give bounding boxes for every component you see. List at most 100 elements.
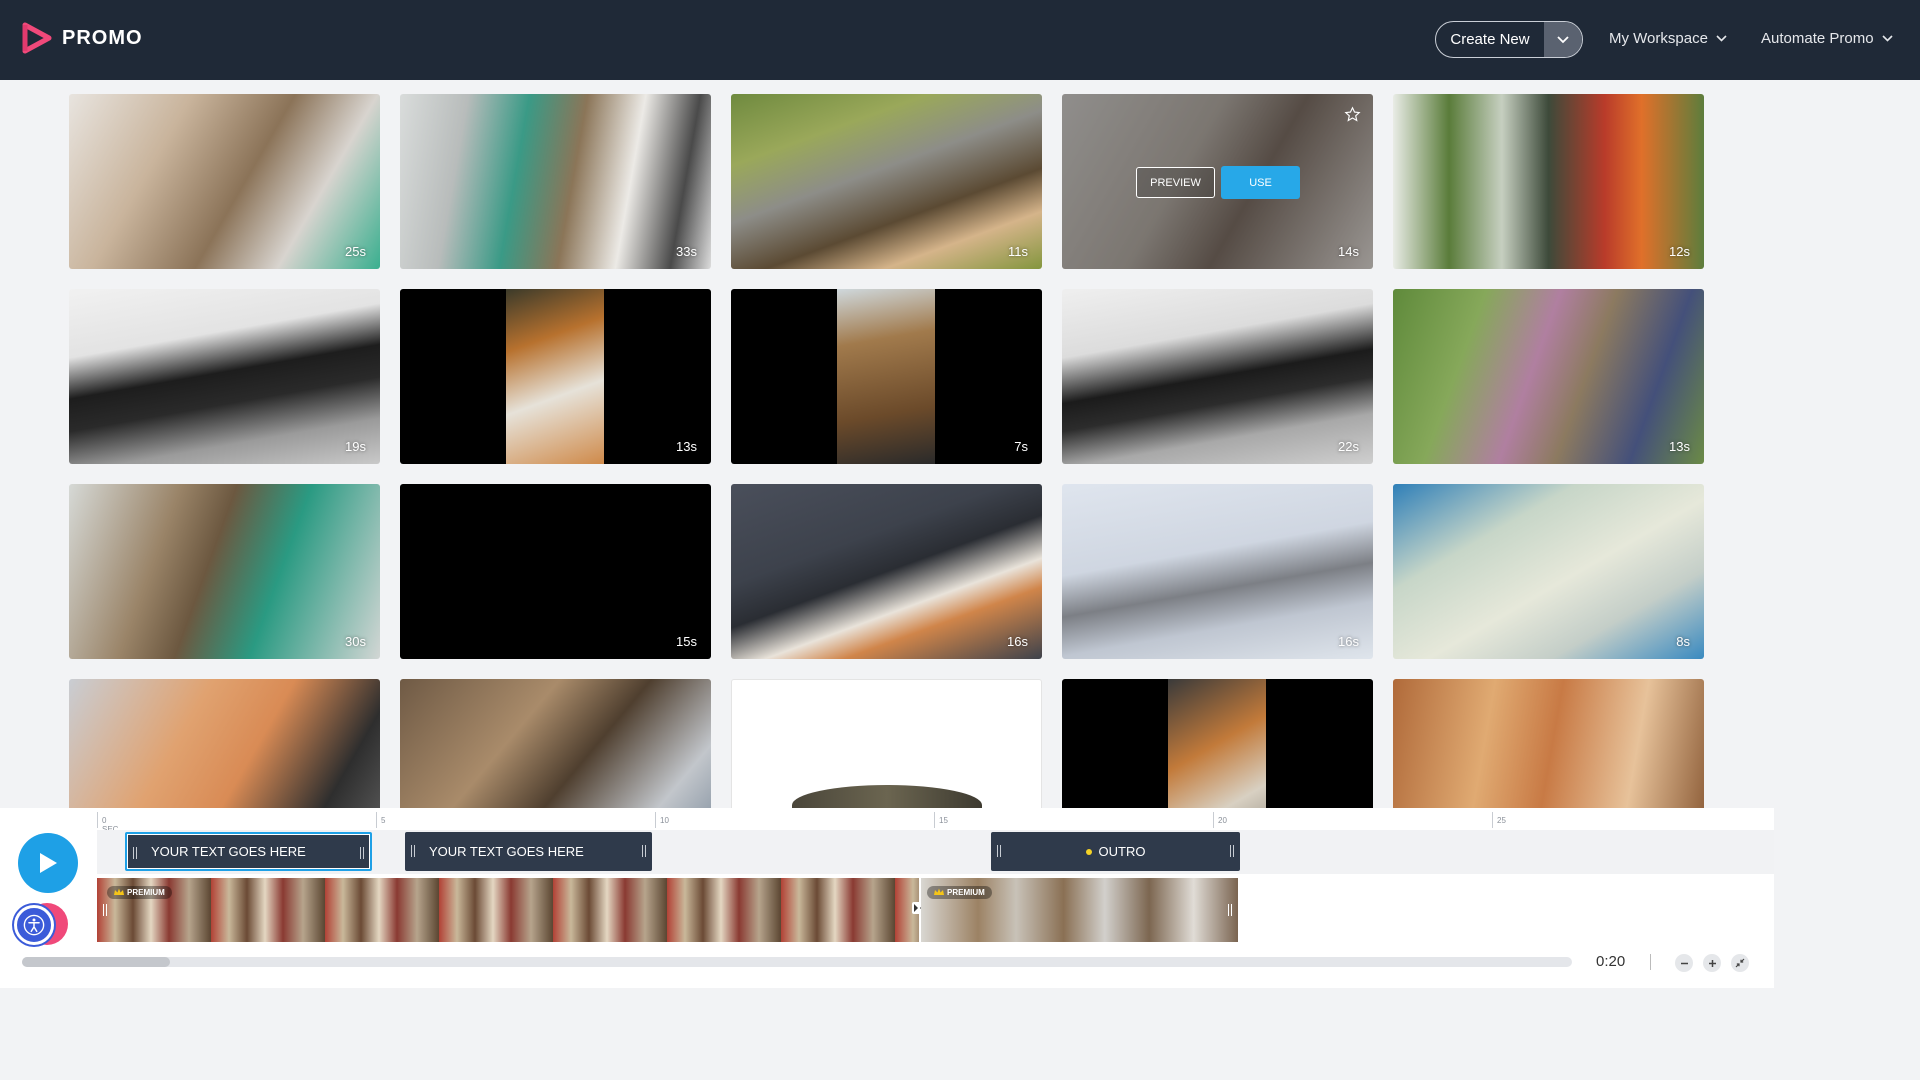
video-tile[interactable]: 11s — [731, 94, 1042, 269]
video-clip-concert[interactable]: PREMIUM — [97, 878, 919, 942]
time-ruler[interactable]: 0 SEC 5 10 15 20 25 — [97, 812, 1774, 834]
video-duration: 19s — [345, 439, 366, 454]
video-tile[interactable] — [69, 679, 380, 808]
outro-clip-label: OUTRO — [1098, 844, 1146, 859]
video-tile[interactable]: 19s — [69, 289, 380, 464]
chevron-down-icon — [1557, 35, 1569, 43]
play-icon — [40, 853, 57, 873]
video-duration: 16s — [1338, 634, 1359, 649]
text-clip-selected[interactable]: YOUR TEXT GOES HERE — [125, 832, 372, 871]
plus-icon — [1708, 959, 1716, 967]
clip-handle-right[interactable] — [642, 845, 646, 857]
video-tile[interactable]: 7s — [731, 289, 1042, 464]
outro-clip[interactable]: OUTRO — [991, 832, 1240, 871]
crown-icon — [934, 888, 944, 895]
clip-handle-left[interactable] — [997, 845, 1001, 857]
ruler-tick: 20 — [1213, 812, 1227, 828]
minus-icon — [1680, 962, 1688, 964]
top-header: PROMO Create New My Workspace Automate P… — [0, 0, 1920, 80]
video-tile[interactable]: 13s — [400, 289, 711, 464]
video-duration: 12s — [1669, 244, 1690, 259]
video-tile[interactable] — [1062, 679, 1373, 808]
timeline-scrollbar[interactable] — [22, 957, 1572, 967]
video-duration: 15s — [676, 634, 697, 649]
use-button[interactable]: USE — [1221, 166, 1300, 199]
timeline-panel: 0 SEC 5 10 15 20 25 YOUR TEXT GOES HERE … — [0, 808, 1774, 988]
video-duration: 33s — [676, 244, 697, 259]
ruler-tick: 15 — [934, 812, 948, 828]
timeline-duration: 0:20 — [1596, 953, 1626, 970]
accessibility-button[interactable] — [14, 905, 54, 945]
timeline-scroll-thumb[interactable] — [22, 957, 170, 967]
video-tile[interactable]: 25s — [69, 94, 380, 269]
star-favorite-icon[interactable] — [1344, 106, 1361, 123]
nav-automate-promo[interactable]: Automate Promo — [1761, 30, 1893, 47]
tile-subject — [792, 785, 982, 808]
chevron-down-icon — [1716, 35, 1727, 42]
divider — [1650, 954, 1651, 970]
text-clip-label: YOUR TEXT GOES HERE — [429, 844, 584, 859]
video-duration: 13s — [1669, 439, 1690, 454]
video-tile[interactable]: 12s — [1393, 94, 1704, 269]
clip-handle-left[interactable] — [133, 847, 137, 859]
video-duration: 22s — [1338, 439, 1359, 454]
video-duration: 16s — [1007, 634, 1028, 649]
nav-my-workspace[interactable]: My Workspace — [1609, 30, 1727, 47]
video-track: PREMIUM PREMIUM — [97, 874, 1774, 944]
video-duration: 30s — [345, 634, 366, 649]
nav-automate-promo-label: Automate Promo — [1761, 30, 1874, 47]
preview-button[interactable]: PREVIEW — [1136, 167, 1215, 198]
video-tile[interactable]: 13s — [1393, 289, 1704, 464]
video-tile[interactable]: 15s — [400, 484, 711, 659]
crown-icon — [114, 888, 124, 895]
create-new-dropdown[interactable] — [1544, 22, 1582, 57]
ruler-tick: 25 — [1492, 812, 1506, 828]
premium-badge: PREMIUM — [107, 886, 172, 899]
promo-logo[interactable]: PROMO — [22, 22, 143, 54]
video-tile[interactable] — [1393, 679, 1704, 808]
video-tile-hovered[interactable]: PREVIEW USE 14s — [1062, 94, 1373, 269]
clip-handle-left[interactable] — [411, 845, 415, 857]
vertical-video-frame — [837, 289, 935, 464]
video-tile[interactable] — [731, 679, 1042, 808]
video-duration: 7s — [1014, 439, 1028, 454]
zoom-out-button[interactable] — [1675, 954, 1693, 972]
clip-handle-right[interactable] — [360, 847, 364, 859]
video-tile[interactable]: 22s — [1062, 289, 1373, 464]
clip-handle-right[interactable] — [1230, 845, 1234, 857]
video-clip-cat[interactable]: PREMIUM — [921, 878, 1238, 942]
promo-play-logo-icon — [22, 22, 52, 54]
video-tile[interactable]: 30s — [69, 484, 380, 659]
video-tile[interactable] — [400, 679, 711, 808]
play-button[interactable] — [18, 833, 78, 893]
stock-video-grid: 25s 33s 11s PREVIEW USE 14s 12s 19s 13s … — [0, 80, 1920, 808]
hover-overlay — [1062, 94, 1373, 269]
text-clip-label: YOUR TEXT GOES HERE — [151, 844, 306, 859]
video-duration: 8s — [1676, 634, 1690, 649]
video-tile[interactable]: 16s — [1062, 484, 1373, 659]
text-clip[interactable]: YOUR TEXT GOES HERE — [405, 832, 652, 871]
video-duration: 13s — [676, 439, 697, 454]
collapse-arrows-icon — [1735, 958, 1745, 968]
ruler-tick: 5 — [376, 812, 385, 828]
video-duration: 25s — [345, 244, 366, 259]
brand-name: PROMO — [62, 26, 143, 49]
ruler-tick: 10 — [655, 812, 669, 828]
text-track: YOUR TEXT GOES HERE YOUR TEXT GOES HERE … — [97, 830, 1774, 874]
accessibility-icon — [23, 914, 45, 936]
create-new-label: Create New — [1450, 31, 1530, 48]
ruler-tick: 0 SEC — [97, 812, 118, 834]
video-duration: 11s — [1008, 244, 1028, 259]
clip-handle-left[interactable] — [103, 904, 107, 916]
outro-dot — [1085, 848, 1092, 855]
fit-timeline-button[interactable] — [1731, 954, 1749, 972]
video-tile[interactable]: 16s — [731, 484, 1042, 659]
video-duration: 14s — [1338, 244, 1359, 259]
vertical-video-frame — [506, 289, 604, 464]
video-tile[interactable]: 33s — [400, 94, 711, 269]
chevron-down-icon — [1881, 35, 1893, 42]
clip-handle-right[interactable] — [1228, 904, 1232, 916]
create-new-button[interactable]: Create New — [1435, 21, 1583, 58]
video-tile[interactable]: 8s — [1393, 484, 1704, 659]
zoom-in-button[interactable] — [1703, 954, 1721, 972]
